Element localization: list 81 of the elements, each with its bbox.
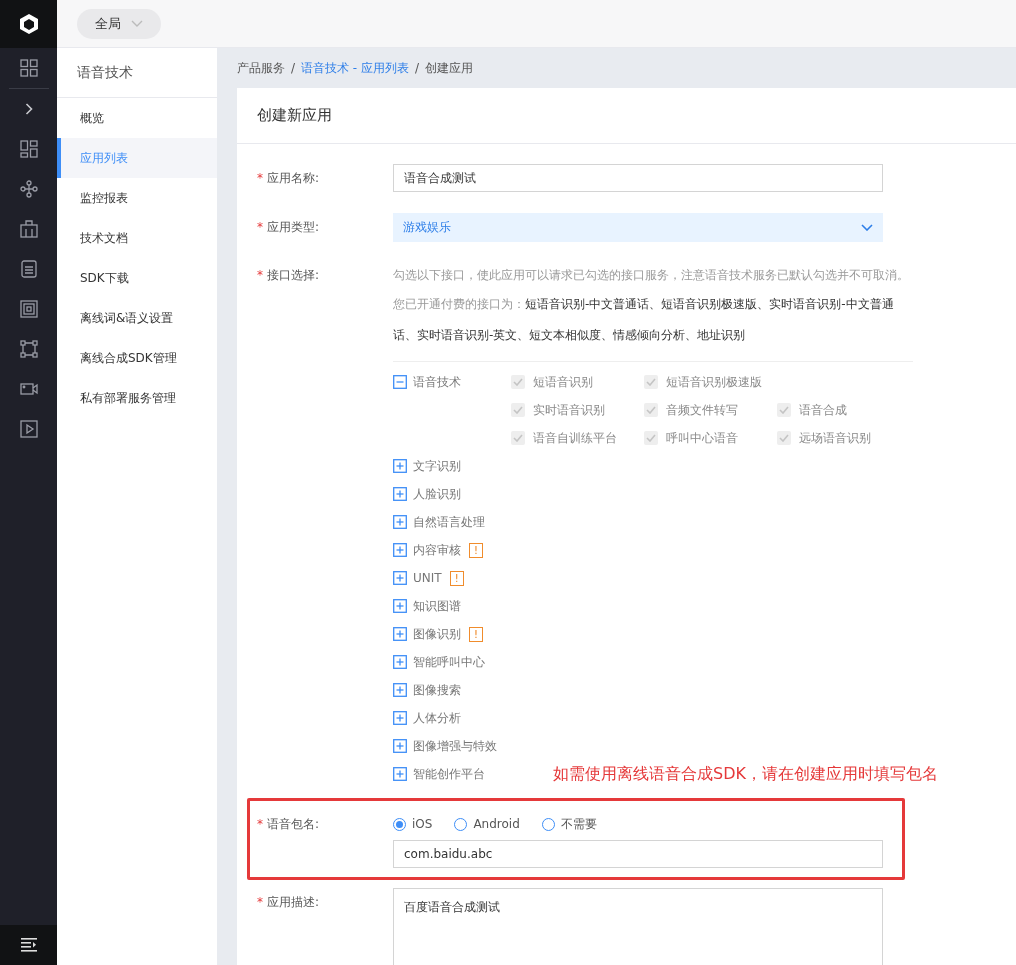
play-icon[interactable] [19, 420, 38, 438]
chevron-down-icon [131, 20, 143, 27]
warning-badge: ! [449, 570, 464, 586]
category-label[interactable]: 图像搜索 [413, 681, 461, 699]
field-label: * 应用描述: [257, 894, 321, 911]
expand-icon[interactable] [393, 599, 407, 613]
category-label[interactable]: 文字识别 [413, 457, 461, 475]
sidebar-item[interactable]: 离线合成SDK管理 [57, 338, 217, 378]
category-label[interactable]: 自然语言处理 [413, 513, 485, 531]
breadcrumb-separator: / [415, 61, 420, 75]
radio-option[interactable]: 不需要 [541, 815, 597, 833]
field-label: * 接口选择: [257, 267, 321, 284]
checkbox-label: 音频文件转写 [666, 401, 738, 419]
category-label[interactable]: 智能呼叫中心 [413, 653, 485, 671]
breadcrumb-item: 产品服务 [237, 59, 285, 77]
camera-icon[interactable] [19, 380, 38, 398]
field-label: * 应用类型: [257, 219, 321, 236]
category-label[interactable]: 语音技术 [413, 373, 461, 391]
checkbox-label: 呼叫中心语音 [666, 429, 738, 447]
checkbox-label: 短语音识别 [533, 373, 593, 391]
category-label[interactable]: 知识图谱 [413, 597, 461, 615]
dashboard-icon[interactable] [19, 140, 38, 158]
checkbox-label: 语音自训练平台 [533, 429, 617, 447]
category-label[interactable]: 图像识别 [413, 625, 461, 643]
expand-icon[interactable] [393, 543, 407, 557]
app-name-field[interactable]: 语音合成测试 [393, 164, 883, 192]
expand-icon[interactable] [393, 767, 407, 781]
sidebar-item[interactable]: 概览 [57, 98, 217, 138]
checkbox-label: 短语音识别极速版 [666, 373, 762, 391]
annotation-text: 如需使用离线语音合成SDK，请在创建应用时填写包名 [553, 763, 938, 785]
sidebar-item[interactable]: 应用列表 [57, 138, 217, 178]
frame-icon[interactable] [19, 300, 38, 318]
breadcrumb-separator: / [291, 61, 296, 75]
checkbox-label: 远场语音识别 [799, 429, 871, 447]
scope-dropdown[interactable]: 全局 [77, 8, 161, 39]
menu-icon[interactable] [20, 938, 37, 952]
field-label: * 语音包名: [257, 816, 321, 833]
hint-text: 勾选以下接口，使此应用可以请求已勾选的接口服务，注意语音技术服务已默认勾选并不可取消。 [393, 267, 910, 284]
expand-icon[interactable] [393, 627, 407, 641]
package-name-field[interactable]: com.baidu.abc [393, 840, 883, 868]
expand-icon[interactable] [393, 655, 407, 669]
expand-icon[interactable] [393, 487, 407, 501]
category-label[interactable]: 人脸识别 [413, 485, 461, 503]
nodes-icon[interactable] [19, 340, 38, 358]
category-label[interactable]: 图像增强与特效 [413, 737, 497, 755]
category-label[interactable]: 内容审核 [413, 541, 461, 559]
sidebar-item[interactable]: SDK下载 [57, 258, 217, 298]
breadcrumb-item: 创建应用 [425, 59, 474, 77]
expand-icon[interactable] [393, 683, 407, 697]
expand-icon[interactable] [393, 459, 407, 473]
expand-icon[interactable] [393, 711, 407, 725]
grid-icon[interactable] [19, 59, 38, 77]
expand-icon[interactable] [393, 515, 407, 529]
field-label: * 应用名称: [257, 170, 321, 187]
sidebar-item[interactable]: 技术文档 [57, 218, 217, 258]
logo-icon[interactable] [0, 0, 57, 48]
chevron-down-icon [861, 224, 873, 231]
warning-badge: ! [469, 542, 483, 558]
sidebar-item[interactable]: 离线词&语义设置 [57, 298, 217, 338]
building-icon[interactable] [19, 220, 38, 238]
radio-option[interactable]: Android [454, 817, 520, 831]
document-icon[interactable] [19, 260, 38, 278]
collapse-icon[interactable] [393, 375, 407, 389]
checkbox-label: 实时语音识别 [533, 401, 605, 419]
description-field[interactable]: 百度语音合成测试 [393, 888, 883, 965]
radio-option[interactable]: iOS [393, 817, 433, 831]
paid-apis-text: 您已开通付费的接口为：短语音识别-中文普通话、短语音识别极速版、实时语音识别-中文普通话、实时语音识别-英文、短文本相似度、情感倾向分析、地址识别 [393, 296, 895, 344]
warning-badge: ! [469, 626, 483, 642]
sidebar-item[interactable]: 监控报表 [57, 178, 217, 218]
expand-icon[interactable] [393, 571, 407, 585]
checkbox-label: 语音合成 [799, 401, 847, 419]
category-label[interactable]: UNIT [413, 571, 442, 585]
card-title: 创建新应用 [237, 88, 1016, 144]
network-icon[interactable] [19, 180, 38, 198]
chevron-right-icon[interactable] [24, 103, 33, 115]
sidebar-item[interactable]: 私有部署服务管理 [57, 378, 217, 418]
app-type-dropdown[interactable]: 游戏娱乐 [393, 213, 883, 242]
expand-icon[interactable] [393, 739, 407, 753]
category-label[interactable]: 智能创作平台 [413, 765, 485, 783]
breadcrumb-link[interactable]: 语音技术 - 应用列表 [301, 59, 409, 77]
category-label[interactable]: 人体分析 [413, 709, 461, 727]
